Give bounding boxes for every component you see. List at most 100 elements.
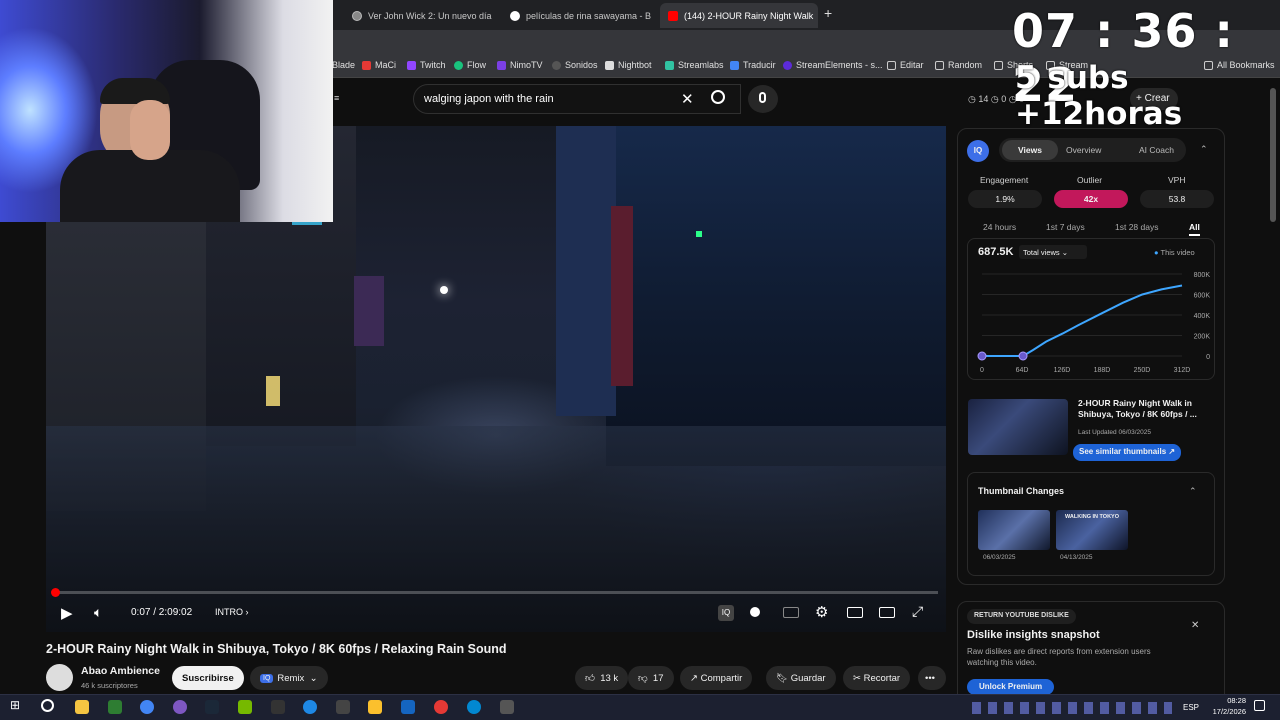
app-icon[interactable] xyxy=(108,700,122,714)
notifications-icon[interactable] xyxy=(1254,700,1265,711)
progress-scrubber[interactable] xyxy=(51,588,60,597)
tab-overview[interactable]: Overview xyxy=(1066,145,1101,155)
thumb-date: 04/13/2025 xyxy=(1060,554,1093,561)
app-icon[interactable] xyxy=(303,700,317,714)
bookmark-item[interactable]: Traducir xyxy=(730,60,776,70)
cast-icon[interactable] xyxy=(879,607,895,618)
more-actions-button[interactable]: ••• xyxy=(918,666,946,690)
close-icon[interactable]: ✕ xyxy=(492,10,496,21)
channel-name[interactable]: Abao Ambience xyxy=(81,665,160,677)
unlock-premium-button[interactable]: Unlock Premium xyxy=(967,679,1055,695)
subscribe-button[interactable]: Suscribirse xyxy=(172,666,244,690)
windows-start-icon[interactable]: ⊞ xyxy=(10,698,24,712)
chapter-button[interactable]: INTRO › xyxy=(215,607,249,617)
range-28d[interactable]: 1st 28 days xyxy=(1115,222,1158,232)
dislike-description: Raw dislikes are direct reports from ext… xyxy=(967,647,1151,667)
y-tick-label: 600K xyxy=(1194,293,1211,300)
microphone-button[interactable] xyxy=(748,85,778,113)
bookmark-item[interactable]: Flow xyxy=(454,60,486,70)
bookmark-item[interactable]: Sonidos xyxy=(552,60,598,70)
close-icon[interactable]: ✕ xyxy=(813,10,818,21)
like-button[interactable]: 👍︎ 13 k xyxy=(575,666,629,690)
nvidia-icon[interactable] xyxy=(238,700,252,714)
chrome-icon[interactable] xyxy=(140,700,154,714)
bookmark-item[interactable]: Twitch xyxy=(407,60,446,70)
dislike-button[interactable]: 👎︎ 17 xyxy=(628,666,674,690)
remix-button[interactable]: IQ Remix ⌄ xyxy=(250,666,328,690)
chevron-up-icon[interactable]: ⌃ xyxy=(1200,144,1208,155)
bookmark-item[interactable]: StreamElements - s... xyxy=(783,60,883,70)
range-24h[interactable]: 24 hours xyxy=(983,222,1016,232)
iq-icon[interactable]: IQ xyxy=(718,605,734,621)
microphone-icon xyxy=(759,92,766,103)
fullscreen-icon[interactable]: ⤢ xyxy=(912,603,923,620)
chart-legend: ● This video xyxy=(1154,248,1195,257)
clock-date[interactable]: 17/2/2026 xyxy=(1200,707,1246,716)
clock-time[interactable]: 08:28 xyxy=(1212,696,1246,705)
app-icon[interactable] xyxy=(434,700,448,714)
webcam-scene xyxy=(100,78,170,104)
app-icon[interactable] xyxy=(173,700,187,714)
range-all[interactable]: All xyxy=(1189,222,1200,236)
legend-dot: ● xyxy=(1154,248,1159,257)
bookmark-item[interactable]: Streamlabs xyxy=(665,60,724,70)
epic-games-icon[interactable] xyxy=(271,700,285,714)
video-scene xyxy=(611,206,633,386)
tab-ai-coach[interactable]: AI Coach xyxy=(1139,145,1174,155)
legend-label: This video xyxy=(1160,248,1195,257)
youtube-icon xyxy=(668,10,678,21)
search-value: walging japon with the rain xyxy=(424,93,554,105)
browser-tab[interactable]: películas de rina sawayama - B ✕ xyxy=(502,3,654,28)
search-icon[interactable] xyxy=(41,699,54,712)
see-similar-button[interactable]: See similar thumbnails ↗ xyxy=(1073,444,1182,461)
new-tab-icon[interactable]: + xyxy=(824,5,832,21)
tray-icons[interactable] xyxy=(972,702,1172,714)
webcam-scene xyxy=(130,100,170,160)
close-icon[interactable]: ✕ xyxy=(651,10,654,21)
bookmark-item[interactable]: MaCi xyxy=(362,60,396,70)
webcam-overlay xyxy=(0,0,333,222)
app-icon[interactable] xyxy=(368,700,382,714)
time-display: 0:07 / 2:09:02 xyxy=(131,607,193,618)
chevron-up-icon[interactable]: ⌃ xyxy=(1189,486,1197,497)
save-button[interactable]: 🔖︎ Guardar xyxy=(766,666,836,690)
series-line xyxy=(982,284,1183,357)
subtitles-icon[interactable] xyxy=(783,607,799,618)
avatar[interactable] xyxy=(46,664,73,691)
y-tick-label: 800K xyxy=(1194,272,1211,279)
app-icon[interactable] xyxy=(401,700,415,714)
clear-search-icon[interactable]: ✕ xyxy=(681,90,694,108)
video-thumbnail[interactable] xyxy=(968,399,1068,455)
play-icon[interactable]: ▶ xyxy=(61,604,73,622)
app-icon[interactable] xyxy=(467,700,481,714)
thumbnail-version[interactable] xyxy=(978,510,1050,550)
browser-tab[interactable]: Ver John Wick 2: Un nuevo día ✕ xyxy=(344,3,496,28)
progress-bar[interactable] xyxy=(54,591,938,594)
miniplayer-icon[interactable] xyxy=(847,607,863,618)
bookmark-item[interactable]: Nightbot xyxy=(605,60,652,70)
close-icon[interactable]: ✕ xyxy=(1191,620,1199,631)
browser-tab-active[interactable]: (144) 2-HOUR Rainy Night Walk ✕ xyxy=(660,3,818,28)
range-7d[interactable]: 1st 7 days xyxy=(1046,222,1085,232)
dislike-badge: RETURN YOUTUBE DISLIKE xyxy=(967,609,1076,624)
bookmark-folder[interactable]: Random xyxy=(935,60,982,70)
app-icon[interactable] xyxy=(500,700,514,714)
filter-icon[interactable]: ≡ xyxy=(334,93,339,103)
volume-icon[interactable]: 🔈︎ xyxy=(94,604,102,621)
total-views-select[interactable]: Total views ⌄ xyxy=(1019,245,1087,259)
bookmark-folder[interactable]: Editar xyxy=(887,60,924,70)
clip-button[interactable]: ✂ Recortar xyxy=(843,666,911,690)
pause-toggle-icon[interactable] xyxy=(750,607,760,617)
steam-icon[interactable] xyxy=(205,700,219,714)
app-icon[interactable] xyxy=(336,700,350,714)
thumbnail-version[interactable]: WALKING IN TOKYO xyxy=(1056,510,1128,550)
settings-icon[interactable]: ⚙ xyxy=(815,603,828,621)
share-button[interactable]: ↗ Compartir xyxy=(680,666,753,690)
file-explorer-icon[interactable] xyxy=(75,700,89,714)
bookmark-item[interactable]: NimoTV xyxy=(497,60,543,70)
bookmark-item[interactable]: Blade xyxy=(332,60,355,70)
tab-views[interactable]: Views xyxy=(1002,140,1058,160)
search-icon[interactable] xyxy=(711,90,725,104)
language-indicator[interactable]: ESP xyxy=(1183,703,1199,712)
video-scene xyxy=(606,126,946,466)
